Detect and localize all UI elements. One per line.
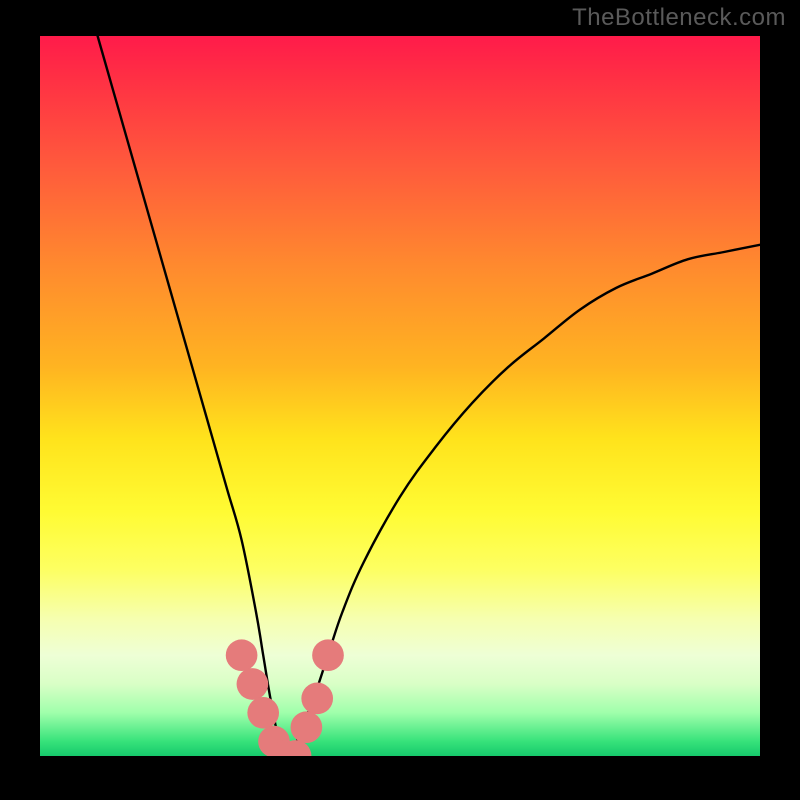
- highlight-marker: [301, 683, 333, 715]
- curve-svg: [40, 36, 760, 756]
- highlight-marker: [291, 711, 323, 743]
- highlighted-points: [226, 639, 344, 756]
- highlight-marker: [237, 668, 269, 700]
- bottleneck-curve: [98, 36, 760, 756]
- highlight-marker: [312, 639, 344, 671]
- highlight-marker: [247, 697, 279, 729]
- chart-frame: TheBottleneck.com: [0, 0, 800, 800]
- highlight-marker: [226, 639, 258, 671]
- plot-area: [40, 36, 760, 756]
- watermark-text: TheBottleneck.com: [572, 4, 786, 32]
